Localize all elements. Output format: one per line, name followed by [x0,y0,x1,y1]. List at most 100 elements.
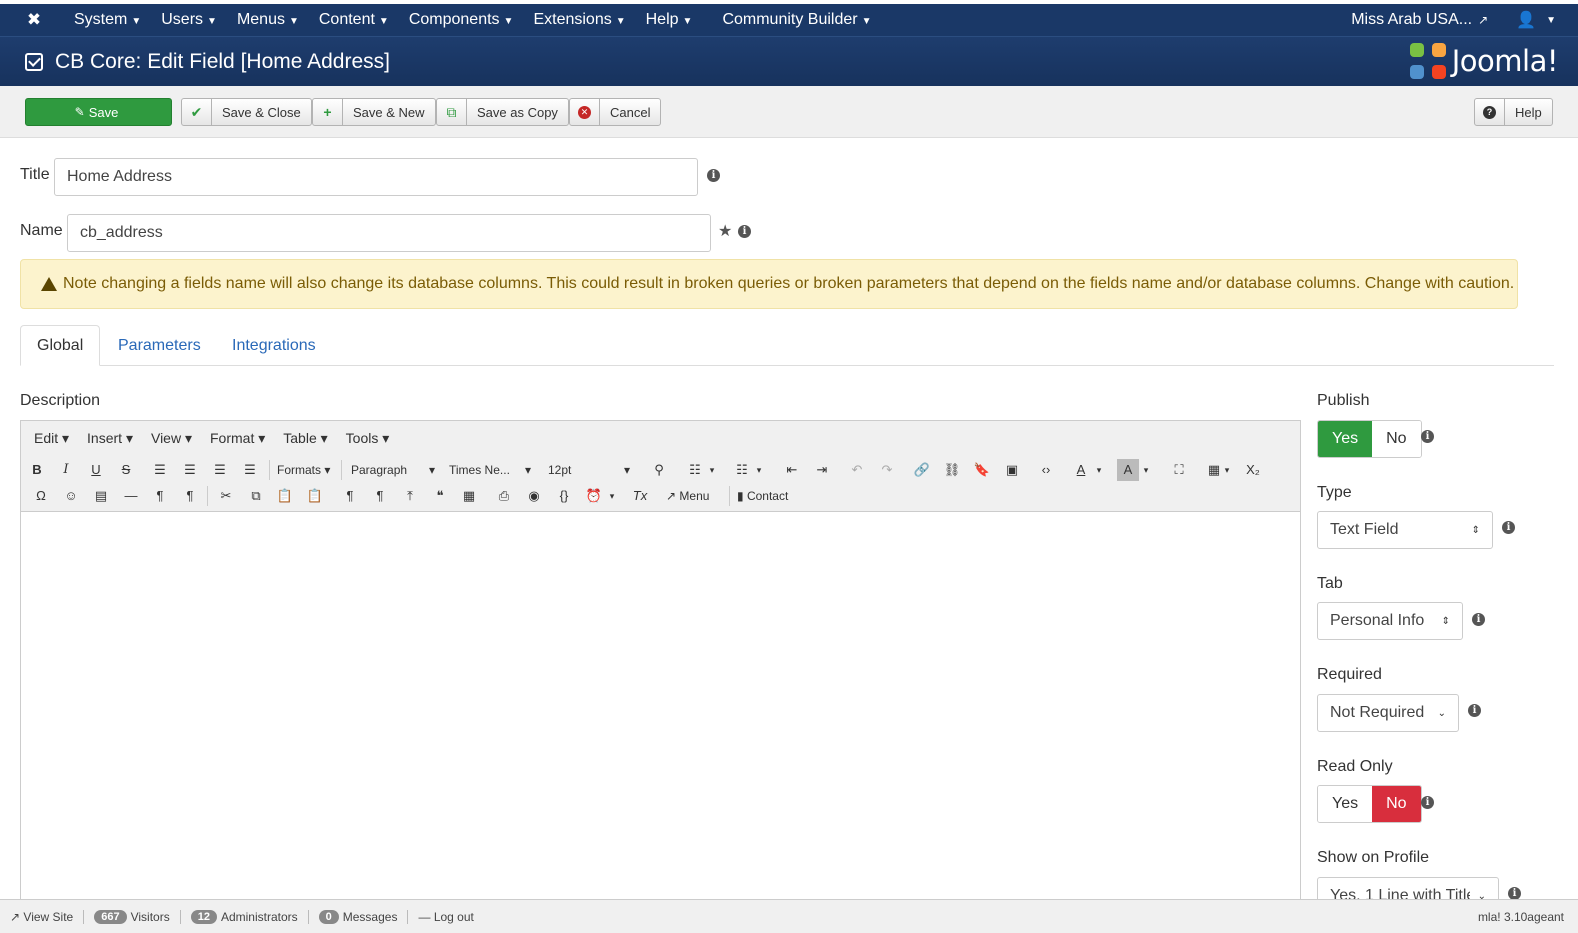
font-family-dropdown[interactable]: Times Ne... ▾ [449,459,531,481]
info-icon[interactable]: i [738,225,751,238]
tab-integrations[interactable]: Integrations [216,325,332,366]
block-format-dropdown[interactable]: Paragraph ▾ [351,459,435,481]
menu-content[interactable]: Content ▼ [309,11,399,29]
info-icon[interactable]: i [707,169,720,182]
upload-icon[interactable]: ⤒ [399,485,421,507]
paste-text-icon[interactable]: 📋 [304,485,326,507]
publish-no-button[interactable]: No [1372,421,1421,457]
save-new-button[interactable]: + Save & New [312,98,436,126]
save-copy-button[interactable]: ⧉ Save as Copy [436,98,569,126]
formats-dropdown[interactable]: Formats ▾ [277,459,330,481]
view-site-link[interactable]: ↗ View Site [0,909,85,924]
find-replace-icon[interactable]: ⚲ [648,459,670,481]
emoticon-icon[interactable]: ☺ [60,485,82,507]
readonly-yes-button[interactable]: Yes [1318,786,1373,822]
logout-link[interactable]: — Log out [408,910,483,924]
messages-link[interactable]: 0 Messages [309,909,409,924]
menu-help[interactable]: Help ▼ [636,11,703,29]
caret-down-icon[interactable]: ▾ [753,459,765,481]
subscript-icon[interactable]: X₂ [1242,459,1264,481]
caret-down-icon[interactable]: ▾ [1140,459,1152,481]
preview-icon[interactable]: ◉ [523,485,545,507]
editor-menu-view[interactable]: View ▾ [142,430,201,447]
media-icon[interactable]: ▤ [90,485,112,507]
info-icon[interactable]: i [1421,796,1434,809]
ltr-icon[interactable]: ¶ [149,485,171,507]
text-color-icon[interactable]: A [1070,459,1092,481]
rtl-icon[interactable]: ¶ [179,485,201,507]
fullscreen-icon[interactable]: ⛶ [1168,459,1190,481]
clear-format-icon[interactable]: Tx [629,485,651,507]
save-button[interactable]: ✎ Save [25,98,172,126]
editor-content-area[interactable] [21,512,1300,910]
editor-menu-tools[interactable]: Tools ▾ [337,430,399,447]
required-select[interactable]: Not Required ⌄ [1317,694,1459,732]
menu-menus[interactable]: Menus ▼ [227,11,309,29]
site-link[interactable]: Miss Arab USA... ↗ [1337,11,1502,29]
show-blocks-icon[interactable]: ¶ [339,485,361,507]
cancel-button[interactable]: ✕ Cancel [569,98,662,126]
bookmark-icon[interactable]: 🔖 [971,459,993,481]
menu-users[interactable]: Users ▼ [151,11,227,29]
administrators-link[interactable]: 12 Administrators [181,909,309,924]
paste-icon[interactable]: 📋 [274,485,296,507]
tab-parameters[interactable]: Parameters [102,325,217,366]
link-icon[interactable]: 🔗 [911,459,933,481]
tab-select[interactable]: Personal Info ⇕ [1317,602,1463,640]
name-input[interactable]: cb_address [67,214,711,252]
cut-icon[interactable]: ✂ [215,485,237,507]
print-icon[interactable]: ⎙ [493,485,515,507]
editor-menu-table[interactable]: Table ▾ [274,430,336,447]
info-icon[interactable]: i [1472,613,1485,626]
italic-icon[interactable]: I [55,459,77,481]
user-menu[interactable]: 👤 ▼ [1502,10,1578,30]
blockquote-icon[interactable]: ❝ [429,485,451,507]
menu-system[interactable]: System ▼ [64,11,151,29]
bullet-list-icon[interactable]: ☷ [684,459,706,481]
numbered-list-icon[interactable]: ☷ [731,459,753,481]
align-justify-icon[interactable]: ☰ [239,459,261,481]
menu-components[interactable]: Components ▼ [399,11,524,29]
publish-yes-button[interactable]: Yes [1318,421,1373,457]
caret-down-icon[interactable]: ▾ [1093,459,1105,481]
info-icon[interactable]: i [1468,704,1481,717]
strikethrough-icon[interactable]: S [115,459,137,481]
editor-menu-edit[interactable]: Edit ▾ [25,430,78,447]
outdent-icon[interactable]: ⇤ [781,459,803,481]
visitors-link[interactable]: 667 Visitors [84,909,181,924]
help-button[interactable]: ? Help [1474,98,1553,126]
info-icon[interactable]: i [1502,521,1515,534]
readonly-no-button[interactable]: No [1372,786,1421,822]
horizontal-rule-icon[interactable]: — [120,485,142,507]
clock-icon[interactable]: ⏰ [583,485,605,507]
editor-menu-format[interactable]: Format ▾ [201,430,274,447]
tab-global[interactable]: Global [20,325,101,366]
background-color-icon[interactable]: A [1117,459,1139,481]
redo-icon[interactable]: ↷ [876,459,898,481]
caret-down-icon[interactable]: ▾ [606,485,618,507]
align-right-icon[interactable]: ☰ [209,459,231,481]
info-icon[interactable]: i [1421,430,1434,443]
code-sample-icon[interactable]: {} [553,485,575,507]
menu-community-builder[interactable]: Community Builder ▼ [712,11,881,29]
title-input[interactable]: Home Address [54,158,698,196]
copy-icon[interactable]: ⧉ [245,485,267,507]
type-select[interactable]: Text Field ⇕ [1317,511,1493,549]
menu-button[interactable]: ↗ Menu [666,485,709,507]
indent-icon[interactable]: ⇥ [811,459,833,481]
menu-extensions[interactable]: Extensions ▼ [523,11,635,29]
font-size-dropdown[interactable]: 12pt ▾ [548,459,630,481]
unlink-icon[interactable]: ⛓ [941,459,963,481]
undo-icon[interactable]: ↶ [846,459,868,481]
align-center-icon[interactable]: ☰ [179,459,201,481]
visual-chars-icon[interactable]: ¶ [369,485,391,507]
caret-down-icon[interactable]: ▾ [1221,459,1233,481]
contact-button[interactable]: ▮ Contact [737,485,788,507]
joomla-menu-icon[interactable]: ✖ [20,10,48,30]
caret-down-icon[interactable]: ▾ [706,459,718,481]
underline-icon[interactable]: U [85,459,107,481]
editor-menu-insert[interactable]: Insert ▾ [78,430,142,447]
code-icon[interactable]: ‹› [1035,459,1057,481]
template-icon[interactable]: ▦ [458,485,480,507]
bold-icon[interactable]: B [26,459,48,481]
